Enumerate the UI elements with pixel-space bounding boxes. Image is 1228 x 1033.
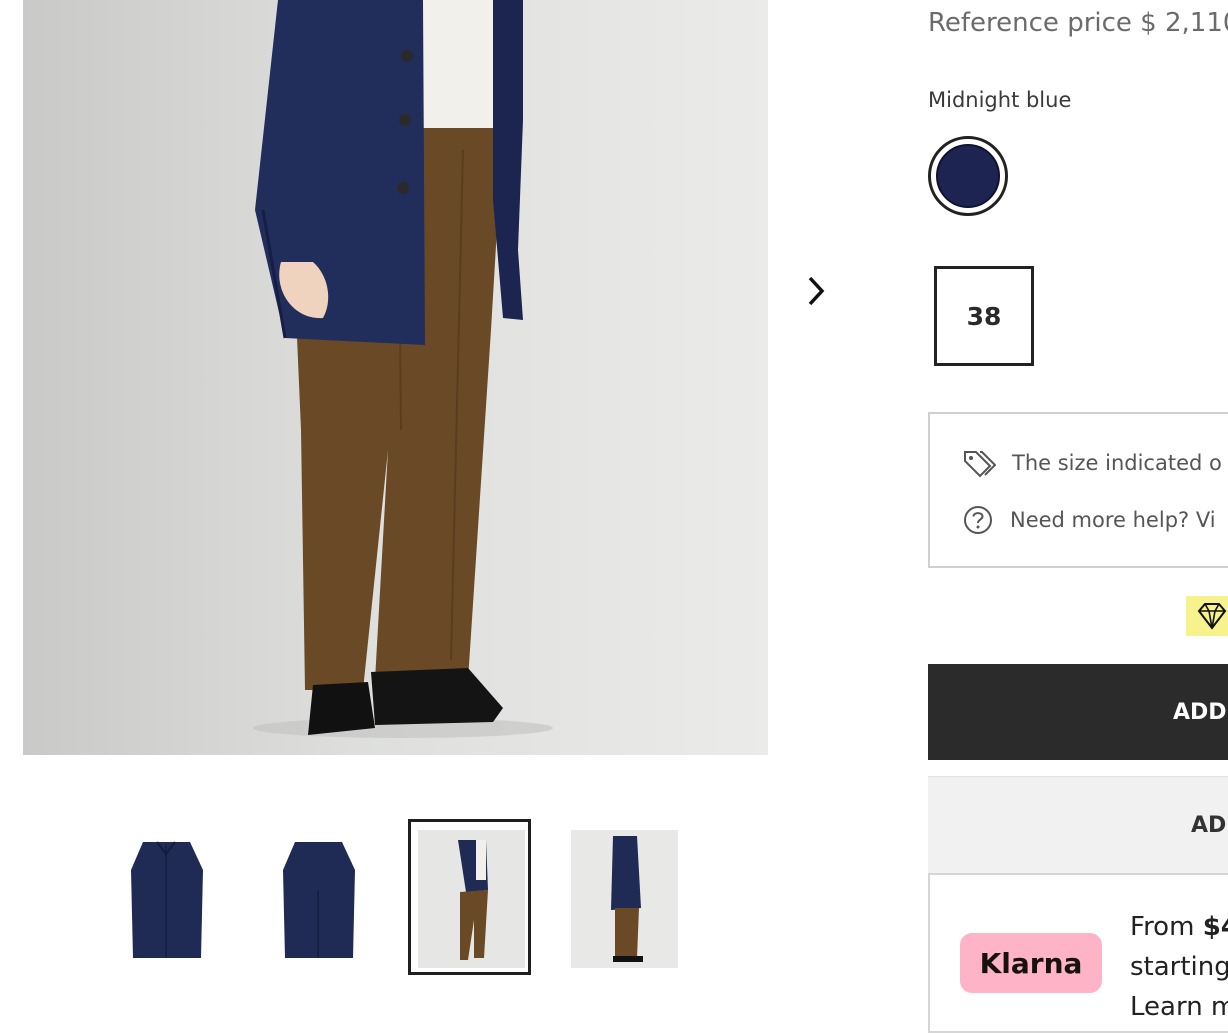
thumbnail-model-front-selected[interactable]: [408, 819, 531, 975]
next-image-button[interactable]: [800, 273, 832, 309]
coat-back-thumb: [283, 842, 355, 958]
help-row[interactable]: Need more help? Vi: [962, 504, 1216, 536]
thumbnail-back[interactable]: [265, 830, 372, 968]
size-note-text: The size indicated o: [1012, 451, 1222, 475]
size-note-row: The size indicated o: [962, 448, 1222, 478]
add-to-cart-button[interactable]: ADD: [928, 664, 1228, 760]
coat-front-thumb: [131, 841, 203, 958]
klarna-learn-more[interactable]: Learn m: [1130, 987, 1228, 1027]
reference-price: Reference price $ 2,110: [928, 8, 1228, 38]
model-front-thumb: [418, 830, 525, 968]
size-info-box: The size indicated o Need more help? Vi: [928, 412, 1228, 568]
size-option-38[interactable]: 38: [934, 266, 1034, 366]
color-name: Midnight blue: [928, 88, 1072, 112]
klarna-box: Klarna From $4 starting Learn m: [928, 873, 1228, 1033]
thumbnail-front[interactable]: [113, 830, 220, 968]
help-text[interactable]: Need more help? Vi: [1010, 508, 1216, 532]
klarna-logo: Klarna: [960, 933, 1102, 993]
add-to-wishlist-button[interactable]: AD: [928, 776, 1228, 874]
klarna-from: From: [1130, 912, 1203, 942]
klarna-starting: starting: [1130, 952, 1228, 982]
klarna-text: From $4 starting Learn m: [1130, 907, 1228, 1027]
color-swatch-dot: [936, 144, 1000, 208]
klarna-amount: $4: [1202, 912, 1228, 942]
model-side-thumb: [571, 830, 678, 968]
question-circle-icon: [964, 506, 992, 534]
diamond-icon: [1197, 603, 1227, 630]
promo-badge: [1186, 596, 1228, 636]
color-swatch-midnight-blue[interactable]: [928, 136, 1008, 216]
model-photo: [253, 0, 553, 738]
chevron-right-icon: [808, 276, 825, 306]
tags-icon: [964, 451, 996, 478]
main-product-image[interactable]: [23, 0, 768, 755]
thumbnail-model-side[interactable]: [571, 830, 678, 968]
